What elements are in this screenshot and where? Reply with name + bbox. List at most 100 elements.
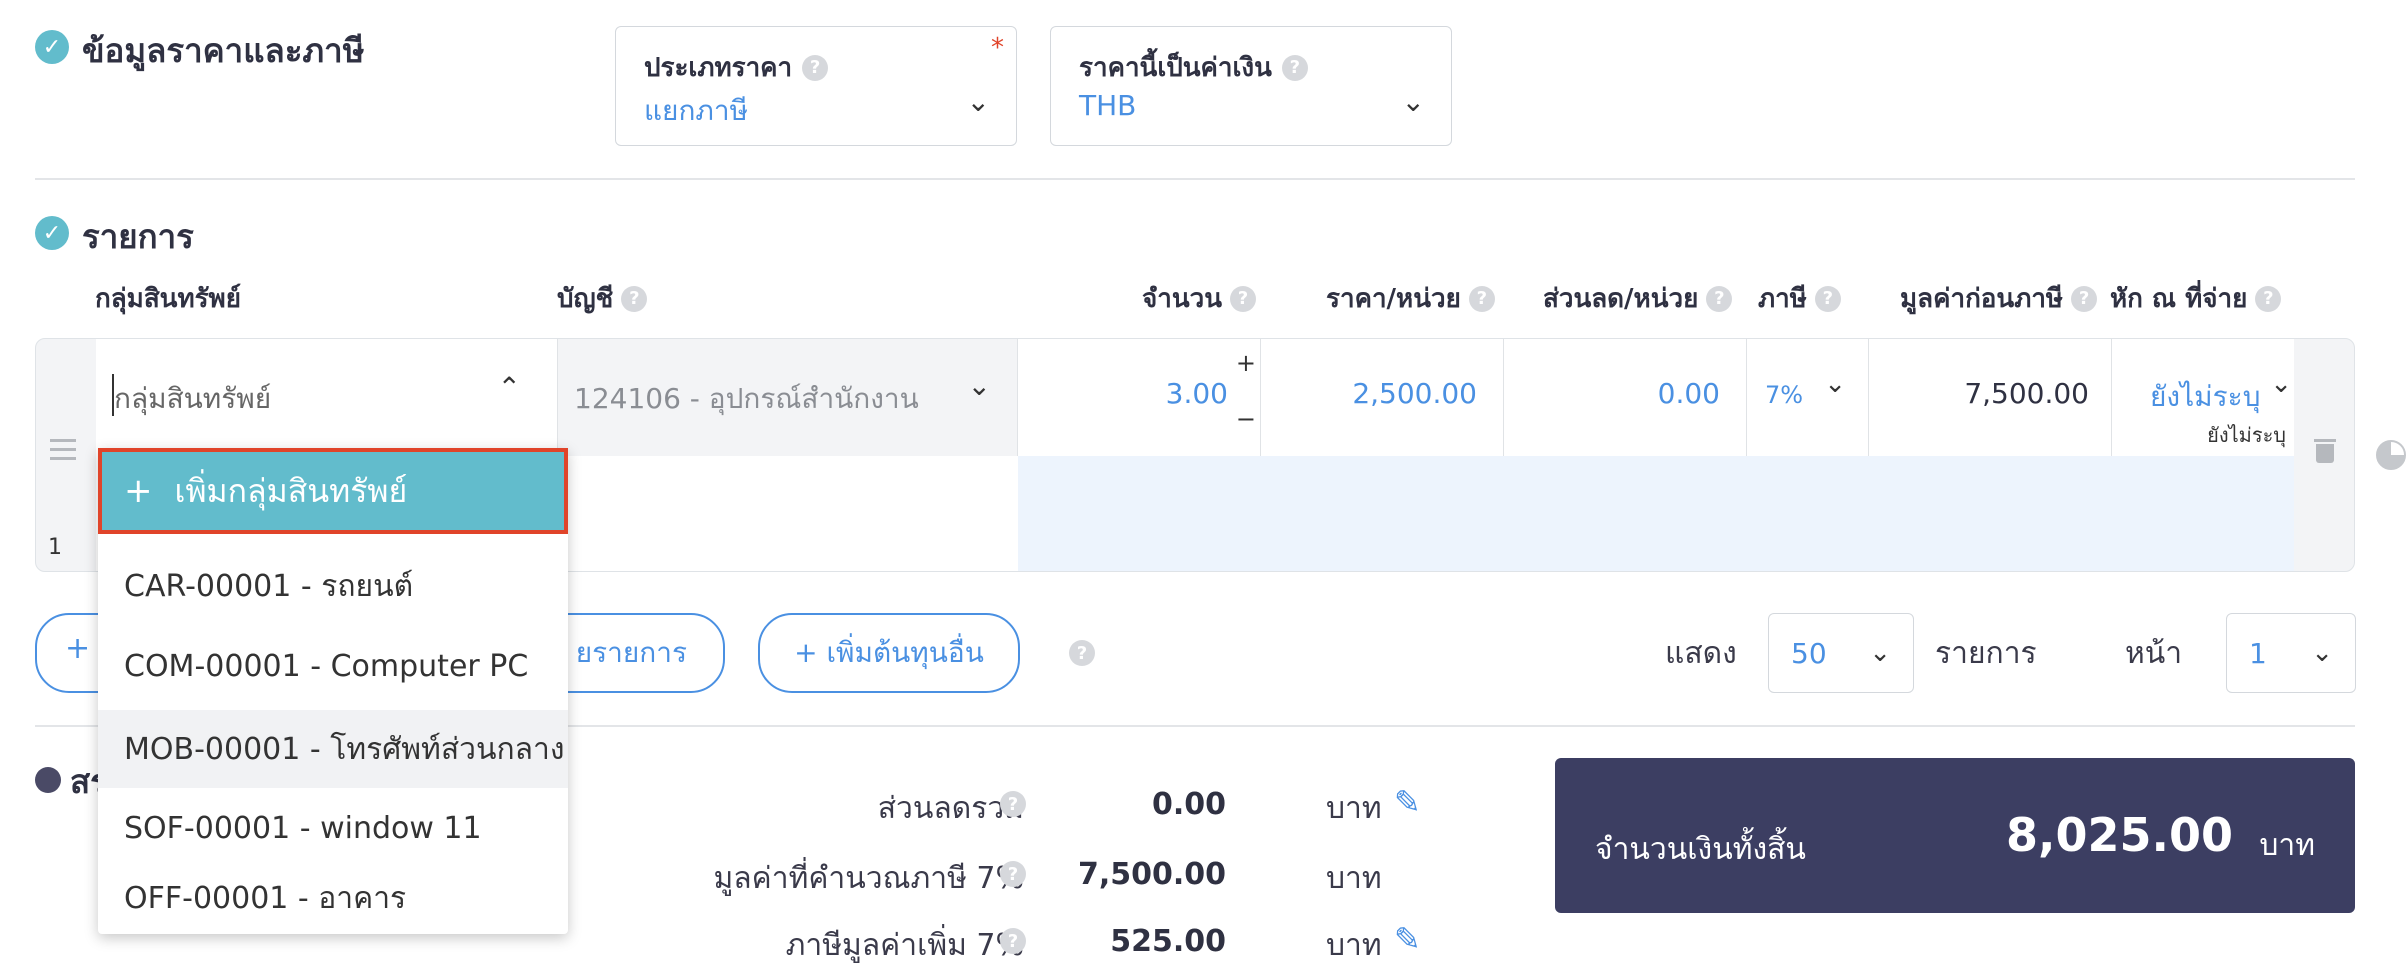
asset-group-select[interactable]: กลุ่มสินทรัพย์ ⌃ [96, 339, 558, 456]
help-icon[interactable]: ? [1281, 54, 1308, 81]
page-value: 1 [2249, 636, 2267, 670]
plus-icon[interactable]: + [1236, 349, 1256, 377]
withholding-sub: ยังไม่ระบุ [2207, 423, 2286, 447]
add-item-label: ยรายการ [575, 636, 687, 669]
col-header-pretax: มูลค่าก่อนภาษี ? [1900, 278, 2098, 319]
dropdown-option[interactable]: OFF-00001 - อาคาร [98, 862, 568, 934]
grand-total-panel: จำนวนเงินทั้งสิ้น 8,025.00 บาท [1555, 758, 2355, 913]
help-icon[interactable]: ? [1706, 285, 1733, 312]
check-icon: ✓ [35, 216, 69, 250]
dropdown-option-label: OFF-00001 - อาคาร [124, 880, 407, 916]
summary-taxable-row: มูลค่าที่คำนวณภาษี 7% ? 7,500.00 บาท [600, 855, 1450, 899]
chevron-down-icon: ⌄ [1869, 638, 1891, 668]
section-title-items: รายการ [82, 217, 194, 256]
chevron-down-icon: ⌄ [1824, 369, 1846, 399]
help-icon[interactable]: ? [1229, 285, 1256, 312]
col-label: จำนวน [1142, 284, 1222, 314]
grand-total-unit: บาท [2259, 828, 2315, 863]
check-icon: ✓ [35, 30, 69, 64]
account-select[interactable]: 124106 - อุปกรณ์สำนักงาน ⌄ [558, 339, 1018, 456]
grand-total-label: จำนวนเงินทั้งสิ้น [1595, 832, 1806, 867]
section-title-price: ข้อมูลราคาและภาษี [82, 31, 365, 70]
chevron-down-icon: ⌄ [967, 369, 991, 402]
col-header-quantity: จำนวน ? [1142, 278, 1256, 319]
unit-price-value: 2,500.00 [1352, 377, 1477, 410]
currency-select[interactable]: ราคานี้เป็นค่าเงิน ? THB ⌄ [1050, 26, 1452, 146]
col-label: ส่วนลด/หน่วย [1543, 284, 1699, 314]
dropdown-option-label: MOB-00001 - โทรศัพท์ส่วนกลาง [124, 731, 565, 767]
summary-discount-row: ส่วนลดรวม ? 0.00 บาท ✎ [600, 783, 1450, 829]
section-dot-icon [35, 767, 61, 793]
help-icon[interactable]: ? [2071, 285, 2098, 312]
vat-label: ภาษีมูลค่าเพิ่ม 7% [785, 928, 1024, 963]
help-icon[interactable]: ? [1069, 640, 1095, 666]
vat-value: 525.00 [1110, 924, 1226, 959]
pie-chart-icon[interactable] [2376, 440, 2406, 470]
dropdown-option-label: CAR-00001 - รถยนต์ [124, 568, 414, 604]
help-icon[interactable]: ? [1468, 285, 1495, 312]
page-select[interactable]: 1 ⌄ [2226, 613, 2356, 693]
dropdown-option[interactable]: COM-00001 - Computer PC [98, 630, 568, 702]
edit-pencil-icon[interactable]: ✎ [1394, 920, 1421, 958]
help-icon[interactable]: ? [1000, 861, 1026, 887]
dropdown-option-hovered[interactable]: MOB-00001 - โทรศัพท์ส่วนกลาง [98, 710, 568, 788]
col-label: มูลค่าก่อนภาษี [1900, 284, 2064, 314]
help-icon[interactable]: ? [1814, 285, 1841, 312]
add-asset-group-option[interactable]: + เพิ่มกลุ่มสินทรัพย์ [98, 448, 568, 534]
taxable-value: 7,500.00 [1077, 857, 1226, 892]
required-mark: * [991, 33, 1004, 63]
divider [35, 178, 2355, 180]
trash-icon[interactable] [2314, 439, 2336, 463]
pretax-value: 7,500.00 [1964, 377, 2089, 410]
withholding-value: ยังไม่ระบุ [2150, 380, 2261, 413]
per-page-select[interactable]: 50 ⌄ [1768, 613, 1914, 693]
price-type-select[interactable]: ประเภทราคา ? * แยกภาษี ⌄ [615, 26, 1017, 146]
chevron-down-icon: ⌄ [2311, 638, 2333, 668]
help-icon[interactable]: ? [1000, 928, 1026, 954]
dropdown-option-label: SOF-00001 - window 11 [124, 810, 482, 846]
vat-unit: บาท [1326, 928, 1382, 963]
asset-group-placeholder: กลุ่มสินทรัพย์ [114, 382, 272, 415]
currency-label: ราคานี้เป็นค่าเงิน [1079, 53, 1272, 83]
quantity-value: 3.00 [1165, 377, 1228, 410]
minus-icon[interactable]: − [1236, 405, 1256, 433]
add-asset-group-label: เพิ่มกลุ่มสินทรัพย์ [174, 471, 408, 510]
edit-pencil-icon[interactable]: ✎ [1394, 783, 1421, 821]
dropdown-option[interactable]: SOF-00001 - window 11 [98, 792, 568, 864]
discount-total-unit: บาท [1326, 791, 1382, 826]
add-other-cost-button[interactable]: + เพิ่มต้นทุนอื่น [758, 613, 1020, 693]
plus-icon: + [124, 471, 153, 511]
items-label: รายการ [1935, 636, 2037, 671]
help-icon[interactable]: ? [2255, 285, 2282, 312]
discount-input[interactable]: 0.00 [1504, 339, 1747, 456]
unit-price-input[interactable]: 2,500.00 [1261, 339, 1504, 456]
row-index: 1 [48, 535, 62, 560]
row-fields: กลุ่มสินทรัพย์ ⌃ 124106 - อุปกรณ์สำนักงา… [96, 339, 2294, 457]
dropdown-option[interactable]: CAR-00001 - รถยนต์ [98, 550, 568, 622]
col-label: กลุ่มสินทรัพย์ [95, 284, 241, 314]
asset-group-dropdown: + เพิ่มกลุ่มสินทรัพย์ CAR-00001 - รถยนต์… [98, 448, 568, 934]
drag-handle-icon[interactable] [50, 439, 76, 460]
chevron-up-icon: ⌃ [497, 371, 521, 404]
col-label: ภาษี [1758, 284, 1807, 314]
summary-vat-row: ภาษีมูลค่าเพิ่ม 7% ? 525.00 บาท ✎ [600, 920, 1450, 966]
col-header-discount: ส่วนลด/หน่วย ? [1543, 278, 1733, 319]
taxable-unit: บาท [1326, 861, 1382, 896]
help-icon[interactable]: ? [621, 285, 648, 312]
quantity-stepper[interactable]: 3.00 + − [1018, 339, 1261, 456]
taxable-label: มูลค่าที่คำนวณภาษี 7% [713, 861, 1024, 896]
add-other-cost-label: + เพิ่มต้นทุนอื่น [794, 636, 984, 669]
price-type-label-wrap: ประเภทราคา ? [644, 47, 829, 88]
help-icon[interactable]: ? [1000, 791, 1026, 817]
help-icon[interactable]: ? [802, 54, 829, 81]
tax-value: 7% [1765, 381, 1804, 409]
page-label: หน้า [2125, 636, 2183, 671]
note-area[interactable] [1018, 456, 2294, 571]
grand-total-value: 8,025.00 [2006, 808, 2233, 862]
withholding-select[interactable]: ยังไม่ระบุ ⌄ ยังไม่ระบุ [2112, 339, 2294, 456]
currency-value: THB [1079, 89, 1137, 122]
col-label: บัญชี [557, 284, 614, 314]
tax-select[interactable]: 7% ⌄ [1747, 339, 1869, 456]
dropdown-option-label: COM-00001 - Computer PC [124, 648, 529, 684]
discount-total-value: 0.00 [1151, 787, 1226, 822]
